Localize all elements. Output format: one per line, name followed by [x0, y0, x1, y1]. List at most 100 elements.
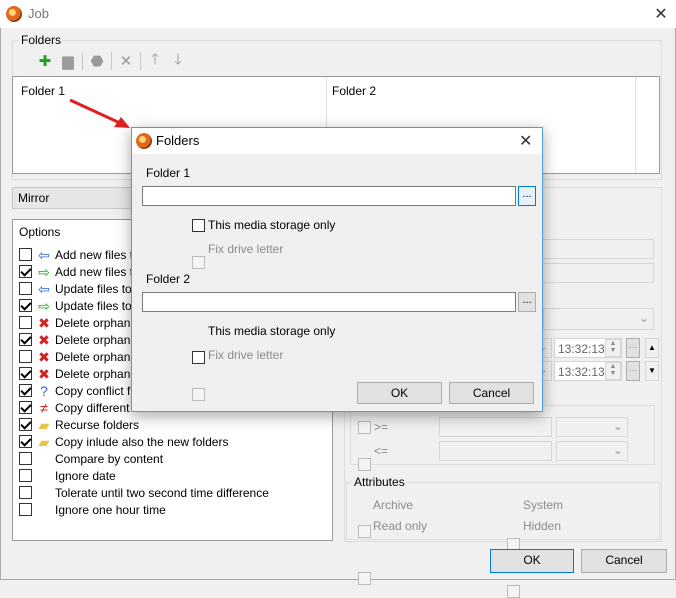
date-filter-select: ⌄: [543, 308, 654, 330]
window-title: Job: [28, 6, 49, 21]
option-label: Ignore date: [55, 468, 116, 483]
toolbar-separator: [140, 52, 141, 70]
dialog-title: Folders: [156, 133, 200, 148]
delete-orphan-icon: ✖: [38, 331, 50, 348]
option-checkbox[interactable]: [19, 282, 32, 295]
archive-checkbox: [358, 525, 371, 538]
option-row[interactable]: ✖ Delete orphan fo: [19, 348, 144, 365]
option-row[interactable]: ≠ Copy different file: [19, 399, 148, 416]
filter-field: [540, 263, 654, 283]
option-row[interactable]: Tolerate until two second time differenc…: [19, 484, 269, 501]
hidden-label: Hidden: [523, 519, 562, 533]
new-folder-icon: ▰: [38, 433, 50, 450]
option-checkbox[interactable]: [19, 435, 32, 448]
option-checkbox[interactable]: [19, 333, 32, 346]
close-icon[interactable]: ✕: [652, 4, 670, 24]
option-checkbox[interactable]: [19, 486, 32, 499]
size-lte-checkbox: [358, 458, 371, 471]
question-icon: ?: [40, 382, 48, 399]
not-equal-icon: ≠: [40, 399, 48, 416]
scroll-up-icon[interactable]: ▲: [645, 338, 659, 358]
option-label: Recurse folders: [55, 417, 140, 432]
folder1-browse-button[interactable]: ...: [518, 186, 536, 206]
time-browse-button-1: ...: [626, 338, 640, 358]
option-row[interactable]: ▰ Copy inlude also the new folders: [19, 433, 228, 450]
delete-icon[interactable]: ✕: [117, 52, 135, 70]
cancel-button[interactable]: Cancel: [581, 549, 667, 573]
edit-icon[interactable]: ▆: [59, 52, 77, 70]
folder2-media-only-label: This media storage only: [208, 324, 336, 338]
folder1-media-only-checkbox[interactable]: [192, 219, 205, 232]
option-checkbox[interactable]: [19, 265, 32, 278]
dialog-close-icon[interactable]: ✕: [519, 131, 532, 151]
option-row[interactable]: ▰ Recurse folders: [19, 416, 139, 433]
add-icon[interactable]: ✚: [36, 52, 54, 70]
move-down-icon[interactable]: 🡓: [169, 51, 187, 70]
folder1-fix-drive-label: Fix drive letter: [208, 242, 284, 256]
option-checkbox[interactable]: [19, 384, 32, 397]
size-gte-label: >=: [374, 420, 389, 434]
toolbar-separator: [82, 52, 83, 70]
chevron-down-icon: ⌄: [612, 419, 623, 433]
column-divider: [635, 77, 636, 173]
option-checkbox[interactable]: [19, 452, 32, 465]
folder-icon: ▰: [38, 416, 50, 433]
delete-orphan-folder-icon: ✖: [38, 348, 50, 365]
option-checkbox[interactable]: [19, 418, 32, 431]
option-row[interactable]: ⇦ Add new files to f: [19, 246, 146, 263]
folders-group-label: Folders: [19, 33, 64, 47]
storage-icon[interactable]: ⬣: [88, 52, 106, 70]
size-gte-unit-select: ⌄: [556, 417, 628, 437]
size-gte-checkbox: [358, 421, 371, 434]
folder2-label: Folder 2: [146, 272, 191, 286]
option-row[interactable]: ⇨ Update files to th: [19, 297, 145, 314]
option-row[interactable]: ✖ Delete orphan file: [19, 314, 149, 331]
chevron-down-icon: ⌄: [612, 443, 623, 457]
scroll-down-icon[interactable]: ▼: [645, 361, 659, 381]
time-spinner-2: ▲ ▼: [605, 362, 621, 380]
dialog-cancel-button[interactable]: Cancel: [449, 382, 534, 404]
option-checkbox[interactable]: [19, 503, 32, 516]
delete-orphan-icon: ✖: [38, 314, 50, 331]
option-row[interactable]: Compare by content: [19, 450, 163, 467]
update-files-icon: ⇨: [38, 297, 50, 314]
option-checkbox[interactable]: [19, 401, 32, 414]
option-checkbox[interactable]: [19, 299, 32, 312]
folders-toolbar: ✚ ▆ ⬣ ✕ 🡑 🡓: [36, 51, 187, 71]
column-header-folder-2[interactable]: Folder 2: [332, 84, 376, 98]
folder2-input[interactable]: [142, 292, 516, 312]
toolbar-separator: [111, 52, 112, 70]
option-row[interactable]: ? Copy conflict files: [19, 382, 148, 399]
option-label: Ignore one hour time: [55, 502, 166, 517]
dialog-ok-button[interactable]: OK: [357, 382, 442, 404]
option-row[interactable]: Ignore one hour time: [19, 501, 166, 518]
option-checkbox[interactable]: [19, 316, 32, 329]
system-label: System: [523, 498, 564, 512]
option-checkbox[interactable]: [19, 248, 32, 261]
ok-button[interactable]: OK: [490, 549, 574, 573]
option-row[interactable]: Ignore date: [19, 467, 116, 484]
size-gte-input: [439, 417, 552, 437]
option-row[interactable]: ✖ Delete orphan fo: [19, 365, 144, 382]
size-lte-input: [439, 441, 552, 461]
option-row[interactable]: ⇨ Add new files to f: [19, 263, 146, 280]
option-label: Compare by content: [55, 451, 164, 466]
column-header-folder-1[interactable]: Folder 1: [21, 84, 65, 98]
readonly-label: Read only: [373, 519, 428, 533]
update-files-icon: ⇦: [38, 280, 50, 297]
move-up-icon[interactable]: 🡑: [146, 51, 164, 70]
folder2-media-only-checkbox[interactable]: [192, 351, 205, 364]
app-logo-icon: [6, 6, 22, 22]
dialog-title-bar: Folders ✕: [132, 128, 542, 154]
options-label: Options: [19, 225, 61, 239]
add-new-files-icon: ⇦: [38, 246, 50, 263]
option-checkbox[interactable]: [19, 469, 32, 482]
option-checkbox[interactable]: [19, 367, 32, 380]
option-row[interactable]: ✖ Delete orphan file: [19, 331, 149, 348]
folder1-input[interactable]: [142, 186, 516, 206]
folder2-browse-button[interactable]: ...: [518, 292, 536, 312]
option-checkbox[interactable]: [19, 350, 32, 363]
option-label: Copy inlude also the new folders: [55, 434, 229, 449]
option-row[interactable]: ⇦ Update files to th: [19, 280, 145, 297]
time-spinner-1: ▲ ▼: [605, 339, 621, 357]
